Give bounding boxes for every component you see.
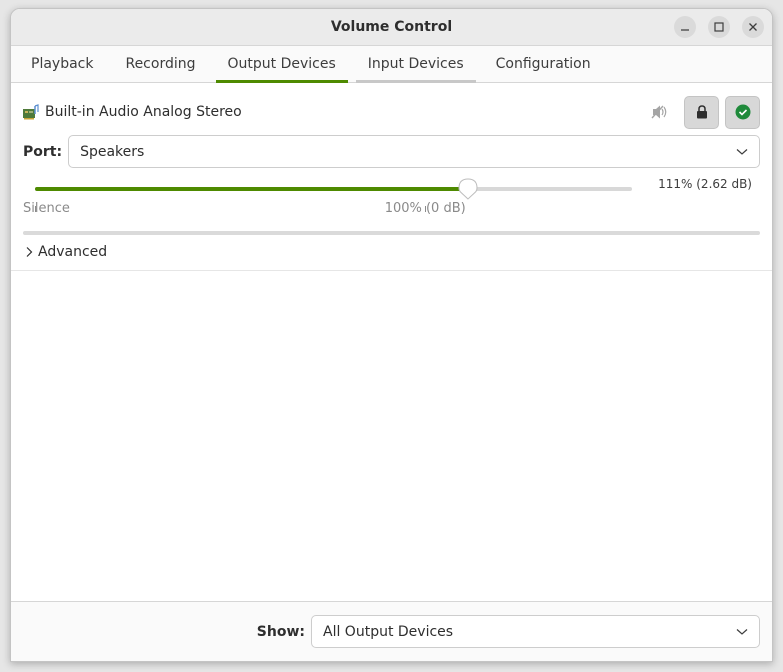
show-label: Show: <box>256 623 305 640</box>
volume-slider-knob[interactable] <box>458 178 478 200</box>
speaker-muted-icon <box>651 105 667 119</box>
tab-bar: Playback Recording Output Devices Input … <box>11 46 772 83</box>
advanced-expander[interactable]: Advanced <box>25 240 107 264</box>
title-bar: Volume Control <box>11 9 772 46</box>
tick-label-100-percent: 100% (0 dB) <box>384 201 466 216</box>
audio-card-icon <box>23 104 39 120</box>
tab-label: Recording <box>125 56 196 72</box>
port-value: Speakers <box>80 143 145 160</box>
device-name: Built-in Audio Analog Stereo <box>45 104 242 120</box>
tab-label: Output Devices <box>227 56 336 72</box>
volume-control-window: Volume Control Playback Recording Output… <box>10 8 773 662</box>
tab-label: Configuration <box>495 56 591 72</box>
show-dropdown[interactable]: All Output Devices <box>311 615 760 648</box>
port-label: Port: <box>23 143 63 160</box>
lock-channels-button[interactable] <box>684 95 719 129</box>
close-button[interactable] <box>742 16 764 38</box>
chevron-down-icon <box>736 628 748 635</box>
volume-value-label: 111% (2.62 dB) <box>658 177 752 191</box>
maximize-icon <box>714 22 724 32</box>
tab-configuration[interactable]: Configuration <box>484 46 603 82</box>
lock-icon <box>696 105 707 119</box>
footer-bar: Show: All Output Devices <box>11 601 772 661</box>
port-dropdown[interactable]: Speakers <box>68 135 760 168</box>
mute-toggle[interactable] <box>650 102 670 122</box>
set-default-button[interactable] <box>725 95 760 129</box>
chevron-down-icon <box>736 148 748 155</box>
device-header: Built-in Audio Analog Stereo <box>23 95 760 129</box>
tab-label: Input Devices <box>367 56 464 72</box>
advanced-label: Advanced <box>38 244 108 260</box>
show-value: All Output Devices <box>323 623 454 640</box>
list-divider <box>11 270 772 271</box>
device-separator <box>23 231 760 235</box>
volume-slider[interactable] <box>35 178 632 212</box>
output-devices-panel: Built-in Audio Analog Stereo Port: Speak… <box>11 84 772 602</box>
tab-playback[interactable]: Playback <box>19 46 105 82</box>
tab-label: Playback <box>31 56 94 72</box>
minimize-button[interactable] <box>674 16 696 38</box>
chevron-right-icon <box>26 247 33 257</box>
close-icon <box>749 23 757 31</box>
maximize-button[interactable] <box>708 16 730 38</box>
volume-slider-fill <box>35 187 469 191</box>
window-title: Volume Control <box>330 19 453 35</box>
checkmark-circle-icon <box>735 104 750 120</box>
volume-slider-area: Silence 100% (0 dB) 111% (2.62 dB) <box>23 176 760 226</box>
window-controls <box>674 16 764 38</box>
device-actions <box>650 95 760 129</box>
tick-label-silence: Silence <box>23 201 70 216</box>
tab-recording[interactable]: Recording <box>113 46 207 82</box>
tab-input-devices[interactable]: Input Devices <box>355 46 476 83</box>
tab-output-devices[interactable]: Output Devices <box>215 46 349 83</box>
port-row: Port: Speakers <box>23 135 760 168</box>
minimize-icon <box>681 29 689 31</box>
